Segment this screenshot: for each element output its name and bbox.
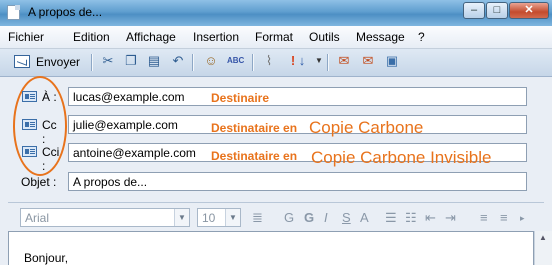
menu-edition[interactable]: Edition: [73, 30, 110, 44]
undo-icon[interactable]: ↶: [170, 53, 186, 69]
address-book-icon: [22, 119, 37, 130]
priority-arrow-icon[interactable]: ↓: [294, 53, 310, 69]
toolbar-separator: [327, 54, 329, 71]
menu-insertion[interactable]: Insertion: [193, 30, 239, 44]
chevron-down-icon: ▼: [225, 209, 240, 226]
address-book-icon: [22, 91, 37, 102]
italic-icon[interactable]: I: [324, 211, 328, 225]
address-book-icon: [22, 146, 37, 157]
paragraph-style-icon[interactable]: ≣: [252, 211, 263, 225]
maximize-button[interactable]: □: [486, 2, 508, 19]
encrypt-icon[interactable]: ✉: [360, 53, 376, 69]
copy-icon[interactable]: ❐: [123, 53, 139, 69]
send-icon: [14, 55, 30, 68]
bullet-list-icon[interactable]: ☷: [405, 211, 417, 225]
toolbar-separator: [91, 54, 93, 71]
outdent-icon[interactable]: ⇤: [425, 211, 436, 225]
to-address-button[interactable]: À :: [8, 88, 62, 106]
bcc-annotation-big: Copie Carbone Invisible: [311, 148, 492, 167]
send-label: Envoyer: [36, 55, 81, 69]
dropdown-icon[interactable]: ▼: [311, 53, 327, 69]
cc-annotation: Destinataire en: [211, 121, 298, 135]
to-field[interactable]: lucas@example.com: [68, 87, 527, 106]
font-color-icon[interactable]: A: [360, 211, 369, 225]
toolbar-separator: [192, 54, 194, 71]
send-button[interactable]: Envoyer: [14, 53, 84, 71]
size-value: 10: [202, 211, 216, 225]
cc-value: julie@example.com: [73, 118, 178, 132]
cc-address-button[interactable]: Cc :: [8, 116, 62, 146]
menu-help[interactable]: ?: [418, 30, 425, 44]
bcc-label: Cci :: [42, 145, 60, 173]
numbered-list-icon[interactable]: ☰: [385, 211, 397, 225]
body-text: Bonjour,: [24, 251, 69, 265]
cc-field[interactable]: julie@example.com: [68, 115, 527, 134]
subject-label: Objet :: [21, 175, 57, 189]
window-title: A propos de...: [28, 5, 103, 19]
sign-icon[interactable]: ✉: [336, 53, 352, 69]
toolbar-separator: [252, 54, 254, 71]
bcc-value: antoine@example.com: [73, 146, 196, 160]
align-center-icon[interactable]: ≡: [500, 211, 508, 225]
bcc-annotation: Destinataire en: [211, 149, 298, 163]
title-bar[interactable]: A propos de... – □ ✕: [0, 0, 552, 26]
menu-affichage[interactable]: Affichage: [126, 30, 176, 44]
subject-value: A propos de...: [73, 175, 148, 189]
cc-annotation-big: Copie Carbone: [309, 118, 424, 137]
offline-icon[interactable]: ▣: [384, 53, 400, 69]
menu-format[interactable]: Format: [255, 30, 293, 44]
to-annotation: Destinaire: [211, 91, 270, 105]
message-body[interactable]: Bonjour,: [8, 231, 534, 265]
chevron-down-icon: ▼: [174, 209, 189, 226]
indent-icon[interactable]: ⇥: [445, 211, 456, 225]
to-value: lucas@example.com: [73, 90, 185, 104]
format-bar: Arial ▼ 10 ▼ ≣ G G I S A ☰ ☷ ⇤ ⇥ ≡ ≡ ▸: [8, 202, 544, 231]
more-icon[interactable]: ▸: [520, 211, 525, 225]
to-label: À :: [42, 90, 57, 104]
check-names-icon[interactable]: ☺: [203, 53, 219, 69]
subject-field[interactable]: A propos de...: [68, 172, 527, 191]
menu-message[interactable]: Message: [356, 30, 405, 44]
cc-label: Cc :: [42, 118, 57, 146]
attach-icon[interactable]: ⌇: [261, 53, 277, 69]
vertical-scrollbar[interactable]: ▲: [534, 231, 552, 265]
paste-icon[interactable]: ▤: [146, 53, 162, 69]
menu-fichier[interactable]: Fichier: [8, 30, 44, 44]
font-value: Arial: [25, 211, 50, 225]
bold-icon[interactable]: G: [304, 211, 314, 225]
bcc-address-button[interactable]: Cci :: [8, 143, 62, 173]
size-select[interactable]: 10 ▼: [197, 208, 241, 227]
cut-icon[interactable]: ✂: [100, 53, 116, 69]
align-left-icon[interactable]: ≡: [480, 211, 488, 225]
compose-window: A propos de... – □ ✕ Fichier Edition Aff…: [0, 0, 552, 265]
font-select[interactable]: Arial ▼: [20, 208, 190, 227]
menu-outils[interactable]: Outils: [309, 30, 340, 44]
minimize-button[interactable]: –: [463, 2, 485, 19]
document-icon: [7, 5, 20, 20]
toolbar: Envoyer ✂ ❐ ▤ ↶ ☺ ABC ⌇ ! ↓ ▼ ✉ ✉ ▣: [0, 49, 552, 77]
menu-bar: Fichier Edition Affichage Insertion Form…: [0, 26, 552, 49]
scroll-up-icon[interactable]: ▲: [537, 233, 549, 243]
underline-icon[interactable]: S: [342, 211, 351, 225]
spelling-icon[interactable]: ABC: [227, 53, 244, 69]
close-button[interactable]: ✕: [509, 2, 549, 19]
font-icon[interactable]: G: [284, 211, 294, 225]
